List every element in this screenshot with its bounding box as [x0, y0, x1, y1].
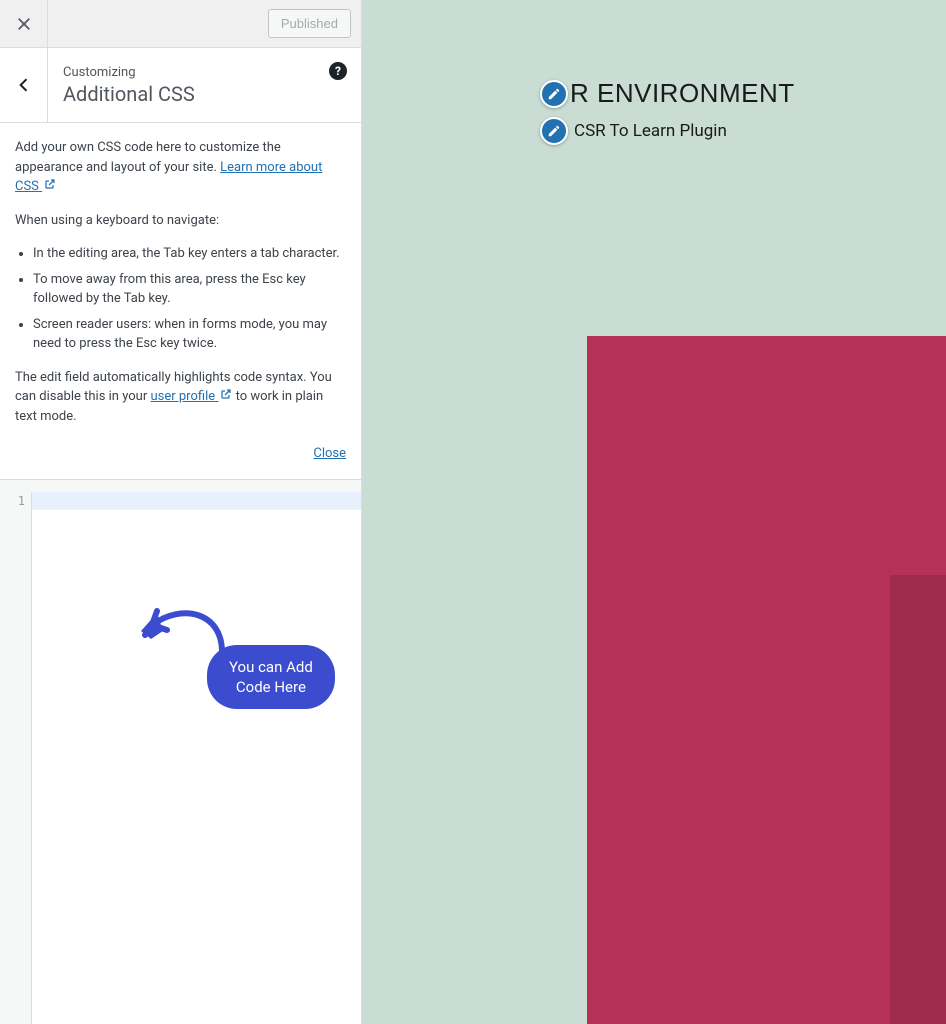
keyboard-heading: When using a keyboard to navigate: [15, 211, 346, 231]
code-body[interactable]: You can Add Code Here [32, 492, 361, 1024]
panel-header: Customizing Additional CSS ? [0, 48, 361, 123]
pencil-icon [547, 87, 561, 101]
site-tagline: CSR To Learn Plugin [574, 121, 727, 141]
css-editor-wrapper: 1 You can Add Code Here [0, 479, 361, 1024]
publish-area: Published [268, 9, 361, 38]
site-preview: R ENVIRONMENT CSR To Learn Plugin [362, 0, 946, 1024]
site-title: R ENVIRONMENT [570, 78, 795, 109]
keyboard-tips-list: In the editing area, the Tab key enters … [33, 244, 346, 354]
line-gutter: 1 [0, 492, 32, 1024]
annotation-overlay: You can Add Code Here [127, 597, 257, 671]
close-description-link[interactable]: Close [15, 440, 346, 464]
annotation-bubble: You can Add Code Here [207, 645, 335, 710]
panel-titles: Customizing Additional CSS [48, 53, 361, 118]
publish-button[interactable]: Published [268, 9, 351, 38]
list-item: To move away from this area, press the E… [33, 270, 346, 309]
edit-site-tagline-button[interactable] [540, 117, 568, 145]
panel-title: Additional CSS [63, 82, 346, 106]
list-item: Screen reader users: when in forms mode,… [33, 315, 346, 354]
pencil-icon [547, 124, 561, 138]
annotation-arrow-icon [127, 597, 257, 667]
css-code-editor[interactable]: 1 You can Add Code Here [0, 492, 361, 1024]
active-line [32, 492, 361, 510]
content-block-overlay [890, 575, 946, 1024]
close-customizer-button[interactable] [0, 0, 48, 48]
external-link-icon [220, 388, 232, 400]
panel-description: Add your own CSS code here to customize … [0, 123, 361, 479]
help-button[interactable]: ? [329, 62, 347, 80]
user-profile-link[interactable]: user profile [150, 389, 232, 404]
customizer-sidebar: Published Customizing Additional CSS ? A… [0, 0, 362, 1024]
customizer-topbar: Published [0, 0, 361, 48]
line-number: 1 [0, 494, 25, 508]
close-icon [15, 15, 33, 33]
list-item: In the editing area, the Tab key enters … [33, 244, 346, 264]
external-link-icon [44, 178, 56, 190]
chevron-left-icon [14, 75, 34, 95]
site-header-preview: R ENVIRONMENT CSR To Learn Plugin [540, 78, 795, 145]
back-button[interactable] [0, 48, 48, 122]
edit-site-title-button[interactable] [540, 80, 568, 108]
customizing-label: Customizing [63, 65, 346, 80]
